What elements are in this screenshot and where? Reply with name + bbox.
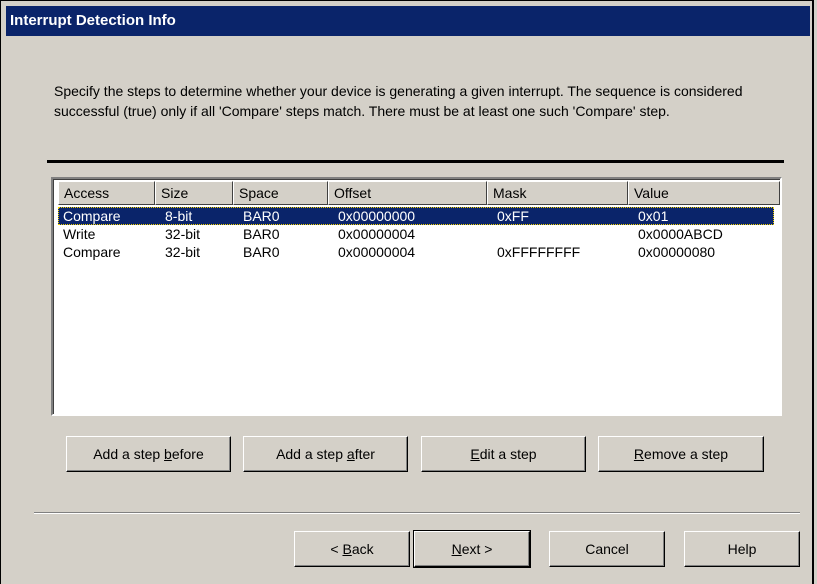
cell-access: Write <box>63 226 96 242</box>
cell-offset: 0x00000000 <box>338 208 416 224</box>
column-header-access[interactable]: Access <box>58 181 155 205</box>
cell-offset: 0x00000004 <box>338 244 416 260</box>
mnemonic-key: R <box>633 446 645 462</box>
button-label: Add a step <box>93 446 165 462</box>
button-label: ext > <box>461 541 493 557</box>
button-label: efore <box>171 446 204 462</box>
section-divider <box>47 160 784 163</box>
footer-separator <box>34 512 800 514</box>
steps-list-body: Access Size Space Offset Mask Value Comp… <box>53 179 780 414</box>
button-label: ack <box>351 541 374 557</box>
cell-access: Compare <box>63 208 121 224</box>
add-step-after-button[interactable]: Add a step after <box>243 436 408 472</box>
edit-step-button[interactable]: Edit a step <box>421 436 586 472</box>
cell-mask: 0xFFFFFFFF <box>497 244 581 260</box>
remove-step-button[interactable]: Remove a step <box>598 436 764 472</box>
cell-offset: 0x00000004 <box>338 226 416 242</box>
table-row[interactable]: Write 32-bit BAR0 0x00000004 0x0000ABCD <box>58 225 774 243</box>
column-header-size[interactable]: Size <box>155 181 233 205</box>
mnemonic-key: E <box>470 446 480 462</box>
cell-space: BAR0 <box>243 226 280 242</box>
interrupt-detection-dialog: Interrupt Detection Info Specify the ste… <box>0 0 817 584</box>
cell-space: BAR0 <box>243 244 280 260</box>
cell-value: 0x00000080 <box>638 244 716 260</box>
back-button[interactable]: < Back <box>294 531 410 567</box>
mnemonic-key: b <box>164 446 172 462</box>
mnemonic-key: B <box>342 541 352 557</box>
button-label: dit a step <box>479 446 537 462</box>
column-header-offset[interactable]: Offset <box>328 181 487 205</box>
column-header-row: Access Size Space Offset Mask Value <box>58 181 780 205</box>
next-button[interactable]: Next > <box>413 530 531 568</box>
table-row[interactable]: Compare 32-bit BAR0 0x00000004 0xFFFFFFF… <box>58 243 774 261</box>
cell-value: 0x0000ABCD <box>638 226 723 242</box>
help-button[interactable]: Help <box>684 531 800 567</box>
steps-list[interactable]: Access Size Space Offset Mask Value Comp… <box>51 177 782 416</box>
column-header-value[interactable]: Value <box>628 181 780 205</box>
cell-mask: 0xFF <box>497 208 529 224</box>
dialog-title: Interrupt Detection Info <box>6 6 810 36</box>
button-label: < <box>330 541 343 557</box>
cell-access: Compare <box>63 244 121 260</box>
button-label: emove a step <box>644 446 729 462</box>
button-label: Add a step <box>276 446 347 462</box>
column-header-mask[interactable]: Mask <box>487 181 628 205</box>
column-header-space[interactable]: Space <box>233 181 328 205</box>
mnemonic-key: a <box>346 446 355 462</box>
button-label: fter <box>354 446 375 462</box>
table-row[interactable]: Compare 8-bit BAR0 0x00000000 0xFF 0x01 <box>58 207 774 225</box>
add-step-before-button[interactable]: Add a step before <box>66 436 231 472</box>
instructions-text: Specify the steps to determine whether y… <box>54 83 743 119</box>
cell-space: BAR0 <box>243 208 280 224</box>
cell-size: 8-bit <box>165 208 193 224</box>
cell-size: 32-bit <box>165 244 201 260</box>
mnemonic-key: N <box>451 541 462 557</box>
cell-size: 32-bit <box>165 226 201 242</box>
cell-value: 0x01 <box>638 208 669 224</box>
cancel-button[interactable]: Cancel <box>549 531 665 567</box>
